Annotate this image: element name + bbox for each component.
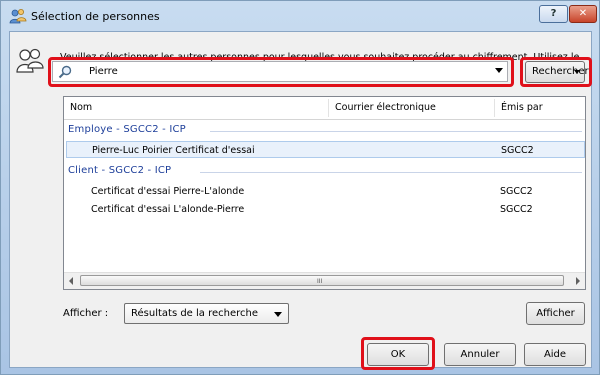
scroll-right-icon[interactable]	[576, 277, 580, 285]
results-list[interactable]: Nom Courrier électronique Émis par Emplo…	[63, 96, 586, 290]
cancel-button[interactable]: Annuler	[444, 343, 516, 366]
list-header: Nom Courrier électronique Émis par	[64, 97, 585, 120]
row-issuer: SGCC2	[500, 186, 533, 197]
title-help-button[interactable]: ?	[539, 5, 568, 23]
dialog-window: Sélection de personnes ? ✕ Veuillez séle…	[0, 0, 600, 375]
row-issuer: SGCC2	[500, 204, 533, 215]
group-divider	[200, 172, 582, 173]
group-divider	[210, 131, 582, 132]
column-header-name[interactable]: Nom	[64, 97, 328, 119]
scroll-left-icon[interactable]	[69, 277, 73, 285]
row-name: Pierre-Luc Poirier Certificat d'essai	[92, 145, 255, 156]
row-name: Certificat d'essai L'alonde-Pierre	[91, 204, 245, 215]
row-issuer: SGCC2	[501, 145, 534, 156]
chevron-down-icon	[274, 312, 282, 317]
help-button[interactable]: Aide	[524, 343, 586, 366]
close-button[interactable]: ✕	[569, 5, 597, 23]
table-row[interactable]: Certificat d'essai L'alonde-Pierre SGCC2	[66, 201, 585, 218]
scroll-thumb[interactable]: III	[80, 275, 564, 286]
group-header-client[interactable]: Client - SGCC2 - ICP	[68, 165, 171, 176]
horizontal-scrollbar[interactable]: III	[64, 272, 585, 289]
people-title-icon	[9, 9, 27, 24]
afficher-button[interactable]: Afficher	[526, 302, 585, 325]
table-row[interactable]: Certificat d'essai Pierre-L'alonde SGCC2	[66, 183, 585, 200]
search-highlight	[48, 57, 514, 87]
table-row[interactable]: Pierre-Luc Poirier Certificat d'essai SG…	[66, 141, 585, 158]
window-title: Sélection de personnes	[31, 10, 160, 23]
group-header-employe[interactable]: Employe - SGCC2 - ICP	[68, 124, 186, 135]
title-bar: Sélection de personnes ? ✕	[1, 1, 599, 31]
people-icon	[16, 48, 44, 73]
scroll-grip: III	[317, 278, 323, 285]
column-header-issuer[interactable]: Émis par	[495, 97, 585, 119]
rechercher-highlight	[520, 57, 592, 87]
filter-select[interactable]: Résultats de la recherche	[124, 303, 289, 324]
row-name: Certificat d'essai Pierre-L'alonde	[91, 186, 245, 197]
filter-label: Afficher :	[63, 308, 109, 319]
ok-highlight	[361, 337, 435, 370]
column-header-email[interactable]: Courrier électronique	[329, 97, 494, 119]
filter-selected-value: Résultats de la recherche	[131, 308, 259, 319]
